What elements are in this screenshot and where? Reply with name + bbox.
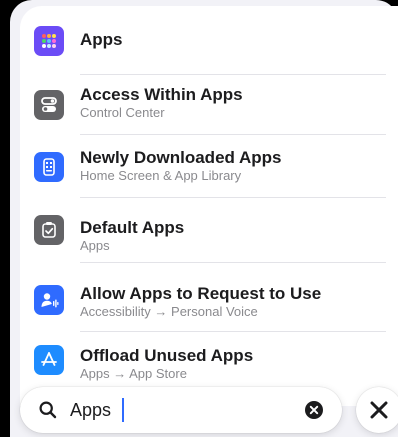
search-field[interactable]: Apps xyxy=(20,387,342,433)
result-title: Access Within Apps xyxy=(80,85,243,104)
app-store-icon xyxy=(34,345,64,375)
result-subtitle: Control Center xyxy=(80,105,165,120)
result-row-default-apps[interactable]: Default Apps Apps xyxy=(20,198,398,262)
search-results-list[interactable]: Apps Access Within Apps Control Center N… xyxy=(20,6,398,406)
home-screen-phone-icon xyxy=(34,152,64,182)
result-title: Offload Unused Apps xyxy=(80,346,254,365)
result-subtitle: Home Screen & App Library xyxy=(80,168,242,183)
search-input-value[interactable]: Apps xyxy=(70,399,111,421)
close-button[interactable] xyxy=(356,387,398,433)
close-x-icon xyxy=(368,399,390,421)
settings-search-screen: Apps Access Within Apps Control Center N… xyxy=(0,0,398,437)
result-subtitle: Apps → App Store xyxy=(80,366,187,381)
result-title: Newly Downloaded Apps xyxy=(80,148,282,167)
result-subtitle: Accessibility → Personal Voice xyxy=(80,304,258,319)
result-row-newly-downloaded-apps[interactable]: Newly Downloaded Apps Home Screen & App … xyxy=(20,135,398,197)
text-caret xyxy=(122,398,124,422)
result-title: Apps xyxy=(80,30,123,49)
result-title: Allow Apps to Request to Use xyxy=(80,284,322,303)
apps-grid-icon xyxy=(34,26,64,56)
screen-edge xyxy=(0,0,10,437)
result-row-access-within-apps[interactable]: Access Within Apps Control Center xyxy=(20,75,398,134)
result-subtitle: Apps xyxy=(80,238,110,253)
default-apps-checklist-icon xyxy=(34,215,64,245)
clear-circle-x-icon[interactable] xyxy=(304,400,324,420)
result-row-offload-unused-apps[interactable]: Offload Unused Apps Apps → App Store xyxy=(20,332,398,392)
result-title: Default Apps xyxy=(80,218,185,237)
control-center-toggles-icon xyxy=(34,90,64,120)
result-row-allow-apps-to-request[interactable]: Allow Apps to Request to Use Accessibili… xyxy=(20,263,398,331)
personal-voice-icon xyxy=(34,285,64,315)
magnifying-glass-icon xyxy=(38,400,58,420)
result-row-apps[interactable]: Apps xyxy=(20,6,398,74)
